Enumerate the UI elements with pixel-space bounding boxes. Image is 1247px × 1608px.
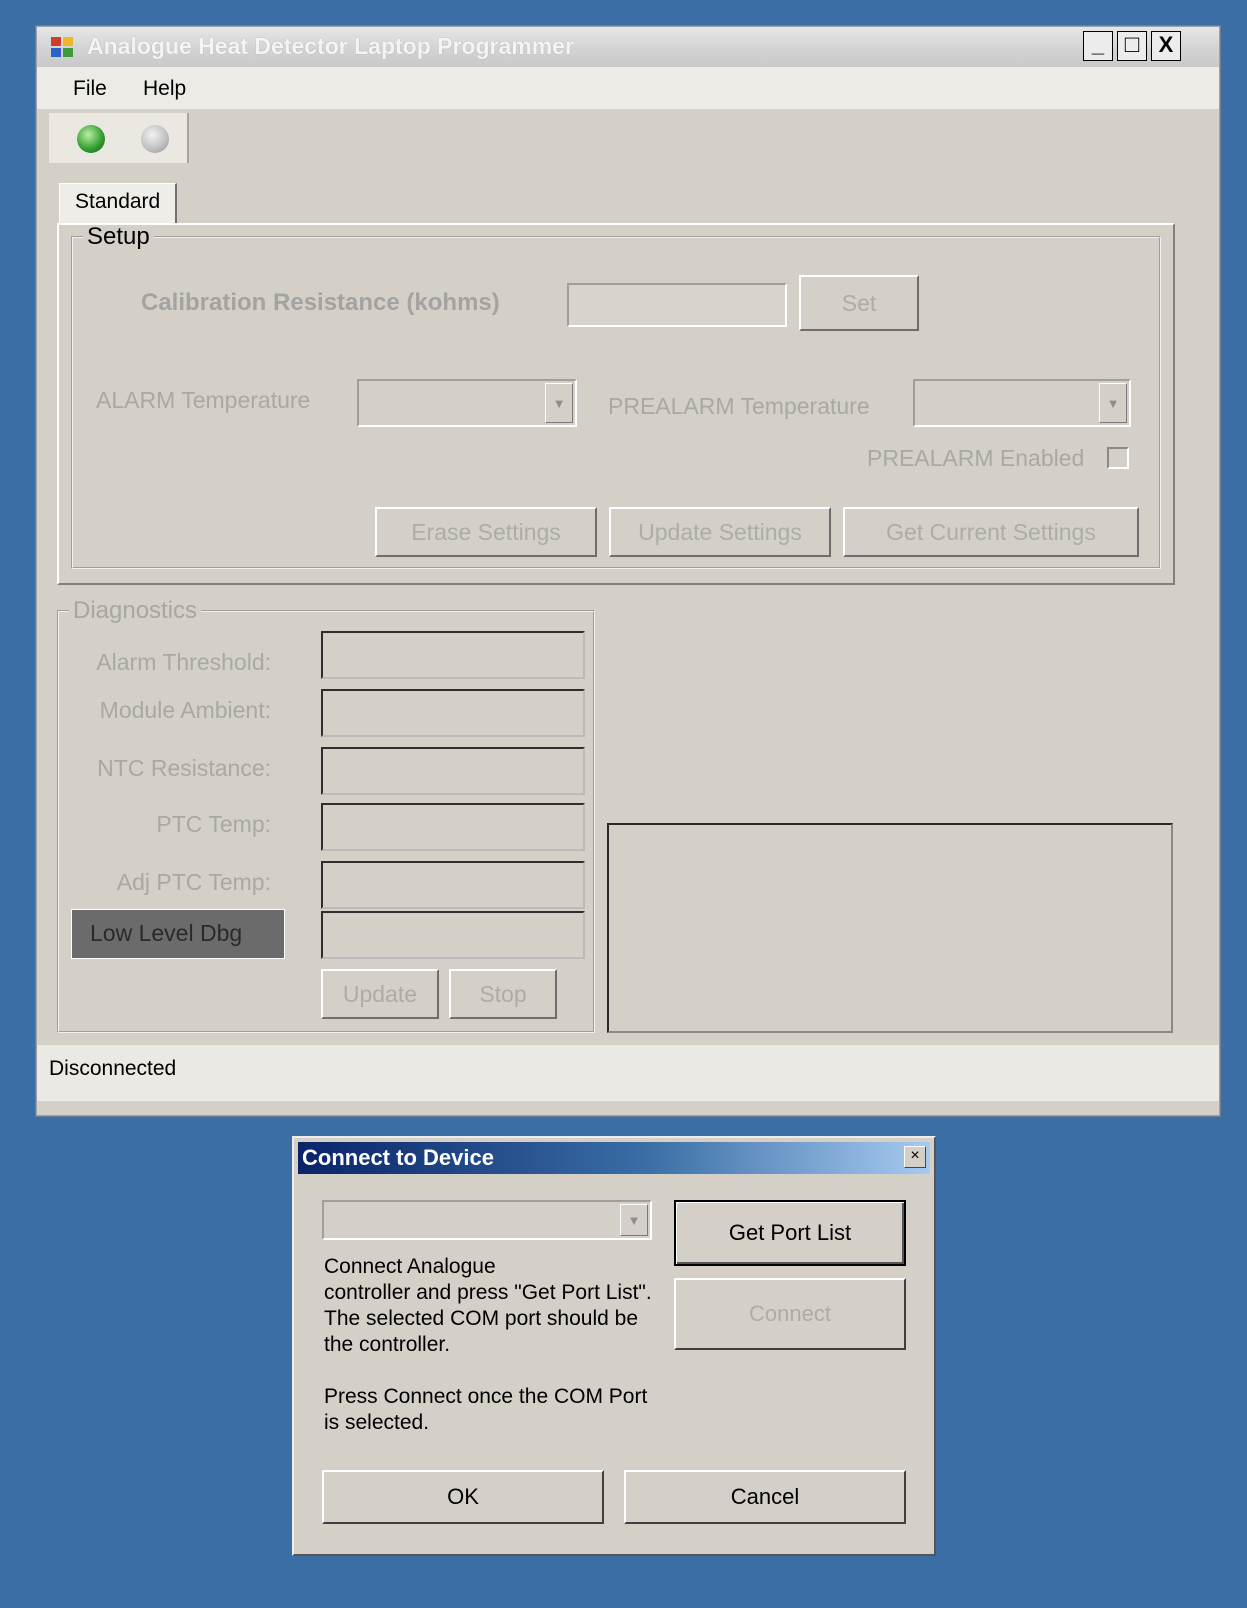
maximize-button[interactable]: □ xyxy=(1117,31,1147,61)
erase-settings-button[interactable]: Erase Settings xyxy=(375,507,597,557)
title-bar[interactable]: Analogue Heat Detector Laptop Programmer… xyxy=(37,27,1219,67)
calibration-label: Calibration Resistance (kohms) xyxy=(141,289,500,316)
chevron-down-icon[interactable]: ▼ xyxy=(1099,383,1127,423)
calibration-input[interactable] xyxy=(567,283,787,327)
ntc-resistance-field xyxy=(321,747,585,795)
low-level-dbg-field xyxy=(321,911,585,959)
close-button[interactable]: X xyxy=(1151,31,1181,61)
diagnostics-legend: Diagnostics xyxy=(73,597,198,624)
setup-legend: Setup xyxy=(87,223,150,250)
connect-icon[interactable] xyxy=(77,125,105,153)
instructions-text: Connect Analogue controller and press "G… xyxy=(324,1254,652,1358)
prealarm-temp-select[interactable]: ▼ xyxy=(913,379,1131,427)
get-port-list-button[interactable]: Get Port List xyxy=(674,1200,906,1266)
alarm-temp-select[interactable]: ▼ xyxy=(357,379,577,427)
window-title: Analogue Heat Detector Laptop Programmer xyxy=(87,33,574,59)
instructions-text-2: Press Connect once the COM Port is selec… xyxy=(324,1384,647,1436)
prealarm-temp-label: PREALARM Temperature xyxy=(608,393,870,419)
get-current-settings-button[interactable]: Get Current Settings xyxy=(843,507,1139,557)
tab-standard[interactable]: Standard xyxy=(59,183,177,225)
port-select[interactable]: ▼ xyxy=(322,1200,652,1240)
instructions-line: is selected. xyxy=(324,1411,430,1434)
output-panel xyxy=(607,823,1173,1033)
low-level-dbg-button[interactable]: Low Level Dbg xyxy=(71,909,285,959)
adj-ptc-temp-field xyxy=(321,861,585,909)
instructions-line: Connect Analogue xyxy=(324,1255,496,1278)
alarm-threshold-label: Alarm Threshold: xyxy=(96,649,271,675)
alarm-temp-label: ALARM Temperature xyxy=(96,387,311,413)
main-window: Analogue Heat Detector Laptop Programmer… xyxy=(36,26,1220,1116)
instructions-line: The selected COM port should be xyxy=(324,1307,638,1330)
instructions-line: the controller. xyxy=(324,1333,451,1356)
ok-button[interactable]: OK xyxy=(322,1470,604,1524)
diag-update-button[interactable]: Update xyxy=(321,969,439,1019)
module-ambient-label: Module Ambient: xyxy=(99,697,271,723)
instructions-line: Press Connect once the COM Port xyxy=(324,1385,648,1408)
update-settings-button[interactable]: Update Settings xyxy=(609,507,831,557)
module-ambient-field xyxy=(321,689,585,737)
status-bar: Disconnected xyxy=(37,1045,1219,1101)
toolbar xyxy=(49,113,189,163)
menu-help[interactable]: Help xyxy=(143,77,186,101)
disconnect-icon[interactable] xyxy=(141,125,169,153)
adj-ptc-temp-label: Adj PTC Temp: xyxy=(116,869,271,895)
diag-stop-button[interactable]: Stop xyxy=(449,969,557,1019)
alarm-threshold-field xyxy=(321,631,585,679)
set-button[interactable]: Set xyxy=(799,275,919,331)
dialog-close-button[interactable]: × xyxy=(904,1146,926,1168)
chevron-down-icon[interactable]: ▼ xyxy=(545,383,573,423)
dialog-title[interactable]: Connect to Device xyxy=(298,1142,930,1174)
connect-dialog: Connect to Device × ▼ Connect Analogue c… xyxy=(292,1136,936,1556)
prealarm-enabled-label: PREALARM Enabled xyxy=(867,445,1085,471)
menu-file[interactable]: File xyxy=(73,77,107,101)
menu-bar: File Help xyxy=(37,67,1219,109)
minimize-button[interactable]: _ xyxy=(1083,31,1113,61)
prealarm-enabled-checkbox[interactable] xyxy=(1107,447,1129,469)
cancel-button[interactable]: Cancel xyxy=(624,1470,906,1524)
ntc-resistance-label: NTC Resistance: xyxy=(97,755,271,781)
connect-button[interactable]: Connect xyxy=(674,1278,906,1350)
chevron-down-icon[interactable]: ▼ xyxy=(620,1204,648,1236)
instructions-line: controller and press "Get Port List". xyxy=(324,1281,652,1304)
ptc-temp-label: PTC Temp: xyxy=(156,811,271,837)
app-icon xyxy=(51,37,75,59)
ptc-temp-field xyxy=(321,803,585,851)
